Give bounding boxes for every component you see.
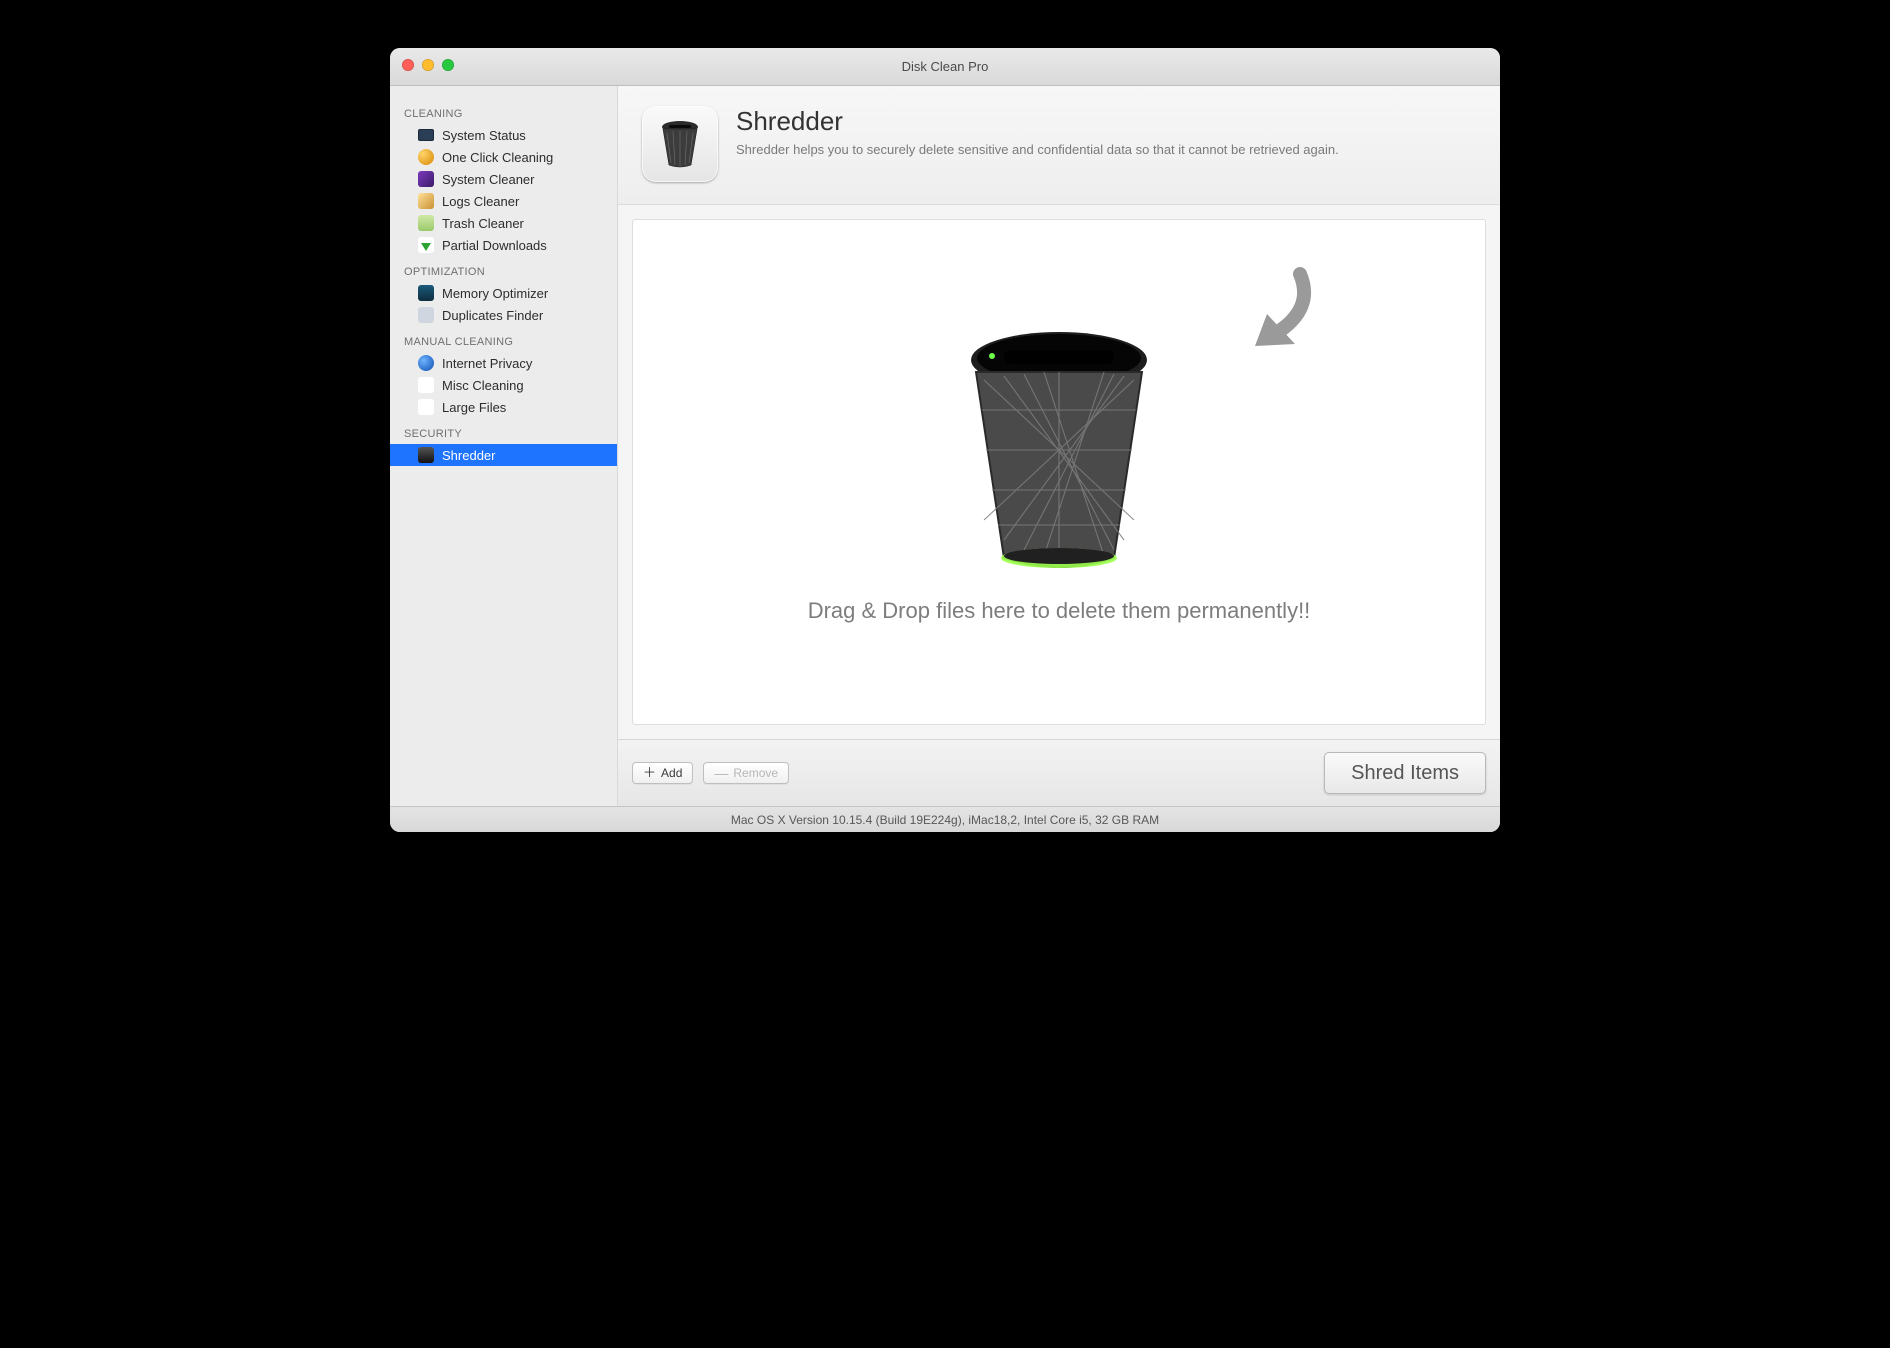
section-label-security: SECURITY [390,418,617,444]
globe-icon [418,149,434,165]
page-description: Shredder helps you to securely delete se… [736,141,1339,159]
traffic-lights [402,59,454,71]
sidebar-item-logs-cleaner[interactable]: Logs Cleaner [390,190,617,212]
drop-zone[interactable]: Drag & Drop files here to delete them pe… [632,219,1486,725]
shredder-icon [418,447,434,463]
misc-icon [418,377,434,393]
sidebar-item-label: System Cleaner [442,172,534,187]
content: CLEANING System Status One Click Cleanin… [390,86,1500,806]
sidebar-item-shredder[interactable]: Shredder [390,444,617,466]
sidebar-item-label: Partial Downloads [442,238,547,253]
sidebar-item-one-click-cleaning[interactable]: One Click Cleaning [390,146,617,168]
minimize-icon[interactable] [422,59,434,71]
remove-button[interactable]: — Remove [703,762,789,784]
drop-arrow-icon [1205,254,1315,364]
header-text: Shredder Shredder helps you to securely … [736,106,1339,182]
sidebar-item-label: Logs Cleaner [442,194,519,209]
titlebar[interactable]: Disk Clean Pro [390,48,1500,86]
sidebar-item-label: Memory Optimizer [442,286,548,301]
section-label-manual-cleaning: MANUAL CLEANING [390,326,617,352]
add-button-label: Add [661,766,682,780]
expand-icon [418,399,434,415]
sidebar-item-misc-cleaning[interactable]: Misc Cleaning [390,374,617,396]
close-icon[interactable] [402,59,414,71]
earth-icon [418,355,434,371]
sidebar: CLEANING System Status One Click Cleanin… [390,86,618,806]
sidebar-item-label: Misc Cleaning [442,378,524,393]
sidebar-item-label: Large Files [442,400,506,415]
page-title: Shredder [736,106,1339,137]
add-button[interactable]: ＋ Add [632,762,693,784]
status-bar: Mac OS X Version 10.15.4 (Build 19E224g)… [390,806,1500,832]
sidebar-item-system-status[interactable]: System Status [390,124,617,146]
download-icon [418,237,434,253]
sidebar-item-system-cleaner[interactable]: System Cleaner [390,168,617,190]
pencil-icon [418,193,434,209]
page-icon [642,106,718,182]
drop-hint: Drag & Drop files here to delete them pe… [808,598,1311,624]
sidebar-item-label: System Status [442,128,526,143]
sidebar-item-partial-downloads[interactable]: Partial Downloads [390,234,617,256]
trash-bin-illustration [954,320,1164,580]
sidebar-item-label: Shredder [442,448,495,463]
sidebar-item-large-files[interactable]: Large Files [390,396,617,418]
sidebar-item-memory-optimizer[interactable]: Memory Optimizer [390,282,617,304]
shred-items-button[interactable]: Shred Items [1324,752,1486,794]
duplicates-icon [418,307,434,323]
sidebar-item-internet-privacy[interactable]: Internet Privacy [390,352,617,374]
window-title: Disk Clean Pro [390,59,1500,74]
shred-button-label: Shred Items [1351,762,1459,784]
status-text: Mac OS X Version 10.15.4 (Build 19E224g)… [731,813,1159,827]
sidebar-item-label: One Click Cleaning [442,150,553,165]
memory-icon [418,285,434,301]
app-window: Disk Clean Pro CLEANING System Status On… [390,48,1500,832]
section-label-optimization: OPTIMIZATION [390,256,617,282]
sidebar-item-label: Duplicates Finder [442,308,543,323]
page-header: Shredder Shredder helps you to securely … [618,86,1500,205]
chip-icon [418,171,434,187]
remove-button-label: Remove [733,766,778,780]
footer: ＋ Add — Remove Shred Items [618,739,1500,806]
sidebar-item-label: Trash Cleaner [442,216,524,231]
trash-icon [418,215,434,231]
zoom-icon[interactable] [442,59,454,71]
section-label-cleaning: CLEANING [390,98,617,124]
shredder-bin-icon [657,119,703,169]
monitor-icon [418,127,434,143]
main-panel: Shredder Shredder helps you to securely … [618,86,1500,806]
sidebar-item-label: Internet Privacy [442,356,532,371]
sidebar-item-trash-cleaner[interactable]: Trash Cleaner [390,212,617,234]
sidebar-item-duplicates-finder[interactable]: Duplicates Finder [390,304,617,326]
